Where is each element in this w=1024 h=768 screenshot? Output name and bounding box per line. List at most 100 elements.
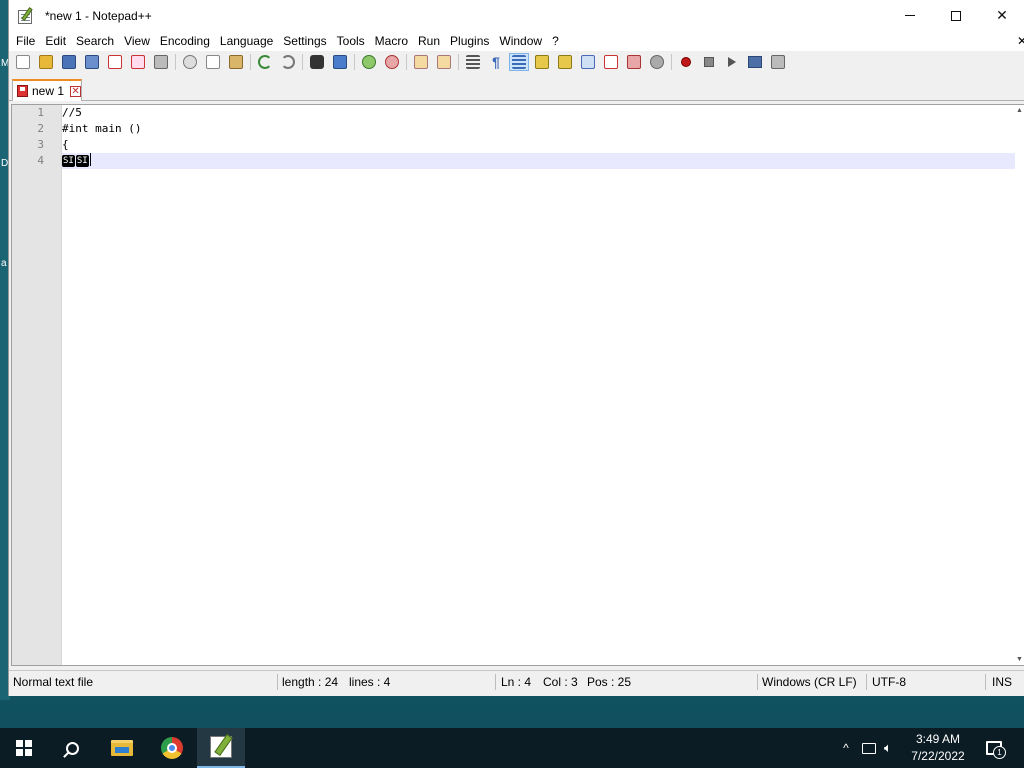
control-char-badge: SI: [62, 155, 75, 167]
doc-map-button[interactable]: [555, 53, 575, 71]
show-all-characters-button[interactable]: ¶: [486, 53, 506, 71]
minimize-button[interactable]: [887, 0, 933, 31]
menu-tools[interactable]: Tools: [332, 31, 370, 51]
redo-icon: [281, 55, 295, 69]
code-line[interactable]: #int main (): [62, 121, 1017, 137]
status-encoding[interactable]: UTF-8: [870, 671, 906, 693]
indent-guide-button[interactable]: [509, 53, 529, 71]
menu-language[interactable]: Language: [215, 31, 278, 51]
new-file-icon: [16, 55, 30, 69]
status-insert-mode[interactable]: INS: [990, 671, 1012, 693]
menu-file[interactable]: File: [11, 31, 40, 51]
toolbar-separator: [671, 54, 672, 70]
maximize-button[interactable]: [933, 0, 979, 31]
undo-button[interactable]: [255, 53, 275, 71]
save-all-button[interactable]: [82, 53, 102, 71]
menu-macro[interactable]: Macro: [370, 31, 413, 51]
zoom-in-button[interactable]: [359, 53, 379, 71]
close-button[interactable]: ✕: [979, 0, 1024, 31]
menu-settings[interactable]: Settings: [278, 31, 331, 51]
line-number-gutter[interactable]: 1 2 3 4: [12, 105, 62, 665]
unsaved-file-icon: [17, 85, 28, 97]
macro-run-multiple-button[interactable]: [745, 53, 765, 71]
open-file-button[interactable]: [36, 53, 56, 71]
vertical-scrollbar[interactable]: ▲ ▼: [1015, 105, 1024, 665]
menu-view[interactable]: View: [119, 31, 155, 51]
notepadpp-app-icon[interactable]: [17, 6, 35, 25]
tray-chevron-icon[interactable]: ^: [838, 741, 854, 755]
replace-icon: [333, 55, 347, 69]
windows-logo-icon: [16, 740, 32, 756]
paste-button[interactable]: [226, 53, 246, 71]
zoom-out-button[interactable]: [382, 53, 402, 71]
print-button[interactable]: [151, 53, 171, 71]
status-length: length : 24: [282, 675, 339, 689]
close-file-button[interactable]: [105, 53, 125, 71]
close-document-icon[interactable]: ✕: [1017, 31, 1024, 51]
taskbar-file-explorer[interactable]: [98, 728, 146, 768]
new-file-button[interactable]: [13, 53, 33, 71]
scroll-up-icon[interactable]: ▲: [1016, 107, 1023, 114]
menu-edit[interactable]: Edit: [40, 31, 71, 51]
redo-button[interactable]: [278, 53, 298, 71]
sync-horizontal-button[interactable]: [434, 53, 454, 71]
code-line[interactable]: {: [62, 137, 1017, 153]
taskbar-clock[interactable]: 3:49 AM 7/22/2022: [902, 731, 974, 765]
start-button[interactable]: [0, 728, 48, 768]
macro-play-button[interactable]: [722, 53, 742, 71]
tab-close-icon[interactable]: ✕: [70, 85, 82, 97]
taskbar-chrome[interactable]: [148, 728, 196, 768]
document-list-icon: [581, 55, 595, 69]
status-divider: [757, 674, 758, 690]
cut-button[interactable]: [180, 53, 200, 71]
status-bar: Normal text file length : 24 lines : 4 L…: [9, 670, 1024, 692]
action-center-button[interactable]: 1: [980, 728, 1008, 768]
network-icon[interactable]: [862, 742, 876, 754]
folder-workspace-button[interactable]: [624, 53, 644, 71]
save-icon: [62, 55, 76, 69]
taskbar-notepadpp[interactable]: [197, 728, 245, 768]
taskbar-search-button[interactable]: [48, 728, 96, 768]
macro-record-button[interactable]: [676, 53, 696, 71]
sync-vertical-button[interactable]: [411, 53, 431, 71]
menu-search[interactable]: Search: [71, 31, 119, 51]
copy-button[interactable]: [203, 53, 223, 71]
save-button[interactable]: [59, 53, 79, 71]
stop-icon: [704, 57, 714, 67]
doc-list-button[interactable]: [578, 53, 598, 71]
clock-date: 7/22/2022: [911, 749, 965, 763]
find-button[interactable]: [307, 53, 327, 71]
menu-plugins[interactable]: Plugins: [445, 31, 494, 51]
menu-run[interactable]: Run: [413, 31, 445, 51]
macro-stop-button[interactable]: [699, 53, 719, 71]
binoculars-icon: [310, 55, 324, 69]
menu-window[interactable]: Window: [494, 31, 547, 51]
status-divider: [277, 674, 278, 690]
line-number: 1: [37, 106, 44, 119]
volume-icon[interactable]: 🔈︎: [884, 740, 892, 756]
word-wrap-button[interactable]: [463, 53, 483, 71]
title-bar[interactable]: *new 1 - Notepad++ ✕: [9, 0, 1024, 31]
tab-new-1[interactable]: new 1 ✕: [12, 79, 82, 101]
udl-button[interactable]: [532, 53, 552, 71]
window-title: *new 1 - Notepad++: [45, 8, 152, 23]
code-line-current[interactable]: SI SI: [62, 153, 1017, 169]
menu-help[interactable]: ?: [547, 31, 564, 51]
toolbar-separator: [406, 54, 407, 70]
notification-icon: 1: [986, 741, 1006, 759]
line-number: 4: [37, 154, 44, 167]
editor-area[interactable]: 1 2 3 4 //5 #int main () { SI SI ▲ ▼: [11, 104, 1024, 666]
menu-encoding[interactable]: Encoding: [155, 31, 215, 51]
close-all-button[interactable]: [128, 53, 148, 71]
function-list-button[interactable]: [601, 53, 621, 71]
status-file-type: Normal text file: [13, 675, 94, 689]
line-number: 2: [37, 122, 44, 135]
macro-save-button[interactable]: [768, 53, 788, 71]
scroll-down-icon[interactable]: ▼: [1016, 656, 1023, 663]
monitoring-button[interactable]: [647, 53, 667, 71]
status-eol[interactable]: Windows (CR LF): [760, 671, 857, 693]
code-line[interactable]: //5: [62, 105, 1017, 121]
status-line: Ln : 4: [501, 675, 532, 689]
zoom-in-icon: [362, 55, 376, 69]
replace-button[interactable]: [330, 53, 350, 71]
